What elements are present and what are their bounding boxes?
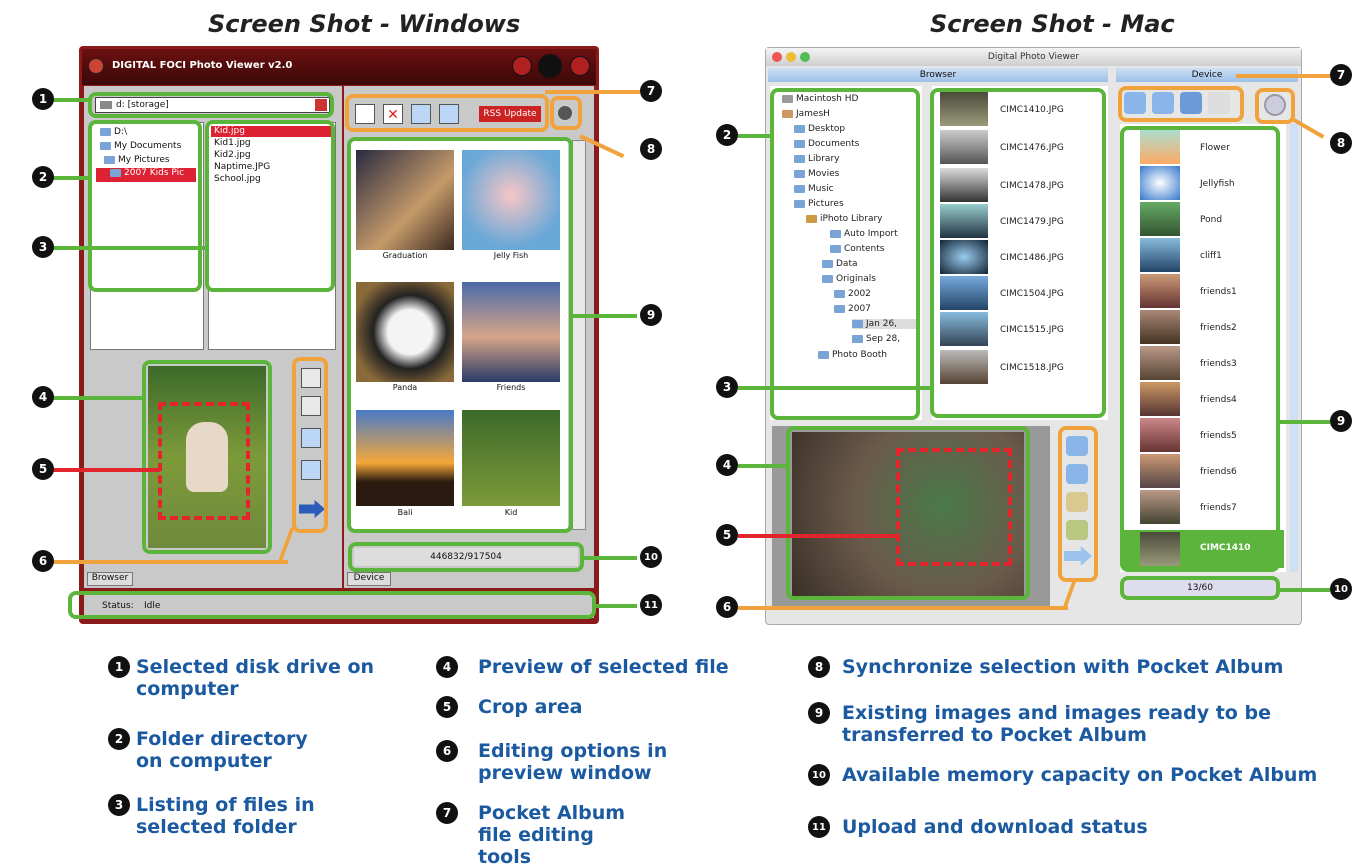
legend-text: Listing of files in selected folder bbox=[136, 794, 315, 838]
leader-line bbox=[52, 468, 160, 472]
callout-badge-7: 7 bbox=[1330, 64, 1352, 86]
browser-header: Browser bbox=[768, 68, 1108, 82]
callout-badge-6: 6 bbox=[716, 596, 738, 618]
tab-device[interactable]: Device bbox=[347, 572, 391, 586]
windows-heading: Screen Shot - Windows bbox=[208, 10, 521, 38]
leader-line bbox=[1280, 420, 1330, 424]
mac-heading: Screen Shot - Mac bbox=[930, 10, 1175, 38]
callout-badge-5: 5 bbox=[32, 458, 54, 480]
leader-line bbox=[1236, 74, 1330, 78]
minimize-icon[interactable] bbox=[512, 56, 532, 76]
leader-line bbox=[545, 90, 640, 94]
callout-box-9 bbox=[1120, 126, 1280, 572]
callout-box-10 bbox=[348, 542, 584, 572]
callout-box-3 bbox=[930, 88, 1106, 418]
leader-line bbox=[738, 386, 932, 390]
leader-line bbox=[52, 246, 207, 250]
callout-box-10 bbox=[1120, 576, 1280, 600]
callout-box-1 bbox=[88, 92, 334, 118]
legend-badge: 7 bbox=[436, 802, 458, 824]
callout-badge-11: 11 bbox=[640, 594, 662, 616]
legend-badge: 11 bbox=[808, 816, 830, 838]
leader-line bbox=[1280, 588, 1330, 592]
legend-text: Upload and download status bbox=[842, 816, 1148, 838]
leader-line bbox=[52, 98, 90, 102]
callout-badge-3: 3 bbox=[716, 376, 738, 398]
legend-text: Existing images and images ready to be t… bbox=[842, 702, 1271, 746]
callout-box-11 bbox=[68, 591, 596, 619]
callout-badge-10: 10 bbox=[640, 546, 662, 568]
leader-line bbox=[52, 176, 90, 180]
tab-browser[interactable]: Browser bbox=[87, 572, 133, 586]
leader-line bbox=[738, 134, 772, 138]
leader-line bbox=[573, 314, 637, 318]
scrollbar[interactable] bbox=[1290, 124, 1298, 572]
legend-badge: 4 bbox=[436, 656, 458, 678]
callout-badge-1: 1 bbox=[32, 88, 54, 110]
callout-badge-2: 2 bbox=[32, 166, 54, 188]
callout-box-2 bbox=[88, 120, 202, 292]
callout-badge-8: 8 bbox=[640, 138, 662, 160]
callout-box-8 bbox=[550, 96, 582, 130]
legend-badge: 9 bbox=[808, 702, 830, 724]
leader-line bbox=[584, 556, 637, 560]
leader-line bbox=[52, 396, 144, 400]
callout-badge-3: 3 bbox=[32, 236, 54, 258]
callout-badge-10: 10 bbox=[1330, 578, 1352, 600]
legend-text: Pocket Album file editing tools bbox=[478, 802, 626, 868]
leader-line bbox=[738, 606, 1068, 610]
callout-badge-7: 7 bbox=[640, 80, 662, 102]
leader-line bbox=[596, 604, 637, 608]
legend-text: Synchronize selection with Pocket Album bbox=[842, 656, 1284, 678]
close-icon[interactable] bbox=[570, 56, 590, 76]
callout-badge-4: 4 bbox=[716, 454, 738, 476]
crop-area[interactable] bbox=[158, 402, 250, 520]
leader-line bbox=[52, 560, 288, 564]
callout-box-9 bbox=[347, 137, 573, 533]
legend-badge: 2 bbox=[108, 728, 130, 750]
leader-line bbox=[738, 464, 788, 468]
callout-box-8 bbox=[1255, 88, 1295, 124]
callout-badge-2: 2 bbox=[716, 124, 738, 146]
legend-text: Crop area bbox=[478, 696, 583, 718]
legend-text: Selected disk drive on computer bbox=[136, 656, 375, 700]
callout-badge-9: 9 bbox=[640, 304, 662, 326]
legend-badge: 10 bbox=[808, 764, 830, 786]
callout-box-7 bbox=[345, 94, 549, 132]
legend-text: Folder directory on computer bbox=[136, 728, 308, 772]
legend-badge: 3 bbox=[108, 794, 130, 816]
legend-text: Preview of selected file bbox=[478, 656, 729, 678]
callout-box-3 bbox=[205, 120, 335, 292]
crop-area[interactable] bbox=[896, 448, 1012, 566]
scrollbar[interactable] bbox=[572, 140, 586, 530]
mac-title-bar: Digital Photo Viewer bbox=[766, 48, 1301, 66]
windows-title-bar: DIGITAL FOCI Photo Viewer v2.0 bbox=[82, 49, 596, 85]
legend-text: Available memory capacity on Pocket Albu… bbox=[842, 764, 1318, 786]
callout-box-2 bbox=[770, 88, 920, 420]
callout-badge-9: 9 bbox=[1330, 410, 1352, 432]
callout-box-6 bbox=[292, 357, 328, 533]
legend-text: Editing options in preview window bbox=[478, 740, 668, 784]
windows-title: DIGITAL FOCI Photo Viewer v2.0 bbox=[112, 60, 293, 71]
legend-badge: 6 bbox=[436, 740, 458, 762]
callout-badge-5: 5 bbox=[716, 524, 738, 546]
callout-box-7 bbox=[1118, 86, 1244, 122]
legend-badge: 5 bbox=[436, 696, 458, 718]
app-menu-icon[interactable] bbox=[88, 58, 104, 74]
legend-badge: 1 bbox=[108, 656, 130, 678]
callout-box-6 bbox=[1058, 426, 1098, 582]
callout-badge-6: 6 bbox=[32, 550, 54, 572]
legend-badge: 8 bbox=[808, 656, 830, 678]
mac-title: Digital Photo Viewer bbox=[987, 52, 1080, 62]
callout-badge-4: 4 bbox=[32, 386, 54, 408]
callout-badge-8: 8 bbox=[1330, 132, 1352, 154]
leader-line bbox=[738, 534, 898, 538]
maximize-icon[interactable] bbox=[538, 54, 562, 78]
